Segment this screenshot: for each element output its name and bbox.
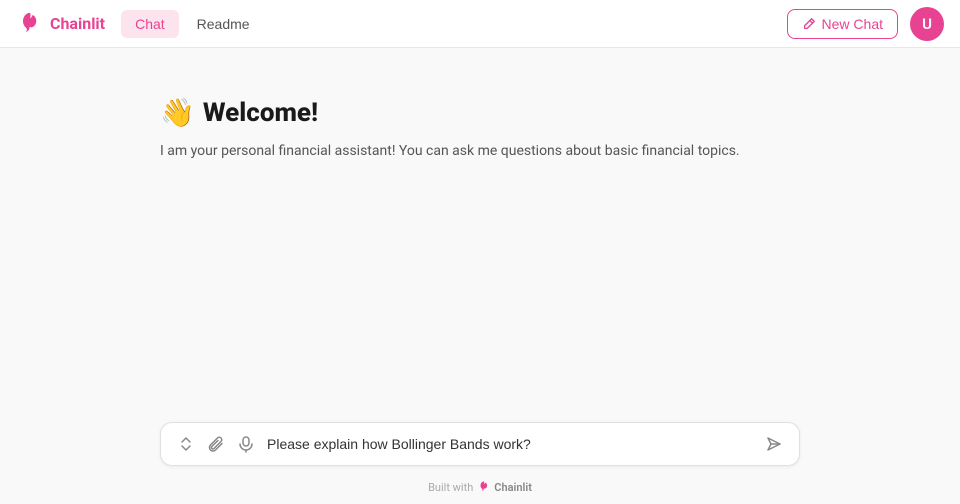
collapse-button[interactable]	[175, 433, 197, 455]
microphone-button[interactable]	[235, 433, 257, 455]
welcome-subtitle: I am your personal financial assistant! …	[160, 141, 740, 162]
send-button[interactable]	[763, 433, 785, 455]
input-actions-left	[175, 433, 257, 455]
welcome-heading: Welcome!	[203, 98, 318, 128]
chainlit-logo-icon	[16, 10, 44, 38]
avatar[interactable]: U	[910, 7, 944, 41]
nav-tabs: Chat Readme	[121, 10, 264, 38]
header-right: New Chat U	[787, 7, 944, 41]
logo-text: Chainlit	[50, 14, 105, 33]
footer: Built with Chainlit	[0, 474, 960, 504]
avatar-initials: U	[922, 15, 932, 33]
tab-chat[interactable]: Chat	[121, 10, 179, 38]
welcome-section: 👋 Welcome! I am your personal financial …	[160, 96, 740, 162]
attach-button[interactable]	[205, 433, 227, 455]
header: Chainlit Chat Readme New Chat U	[0, 0, 960, 48]
main-content: 👋 Welcome! I am your personal financial …	[0, 48, 960, 504]
tab-readme[interactable]: Readme	[183, 10, 264, 38]
input-area	[0, 410, 960, 474]
input-container	[160, 422, 800, 466]
paperclip-icon	[207, 435, 225, 453]
chat-input[interactable]	[267, 436, 753, 452]
built-with-label: Built with	[428, 481, 473, 494]
footer-chainlit-icon	[477, 480, 491, 494]
logo[interactable]: Chainlit	[16, 10, 105, 38]
chevrons-icon	[177, 435, 195, 453]
new-chat-label: New Chat	[822, 16, 883, 32]
microphone-icon	[237, 435, 255, 453]
edit-icon	[802, 17, 816, 31]
header-left: Chainlit Chat Readme	[16, 10, 264, 38]
send-icon	[765, 435, 783, 453]
chat-area: 👋 Welcome! I am your personal financial …	[0, 48, 960, 410]
new-chat-button[interactable]: New Chat	[787, 9, 898, 39]
welcome-title: 👋 Welcome!	[160, 96, 740, 129]
welcome-emoji: 👋	[160, 96, 195, 129]
footer-logo: Chainlit	[477, 480, 532, 494]
footer-brand-label: Chainlit	[494, 481, 532, 494]
